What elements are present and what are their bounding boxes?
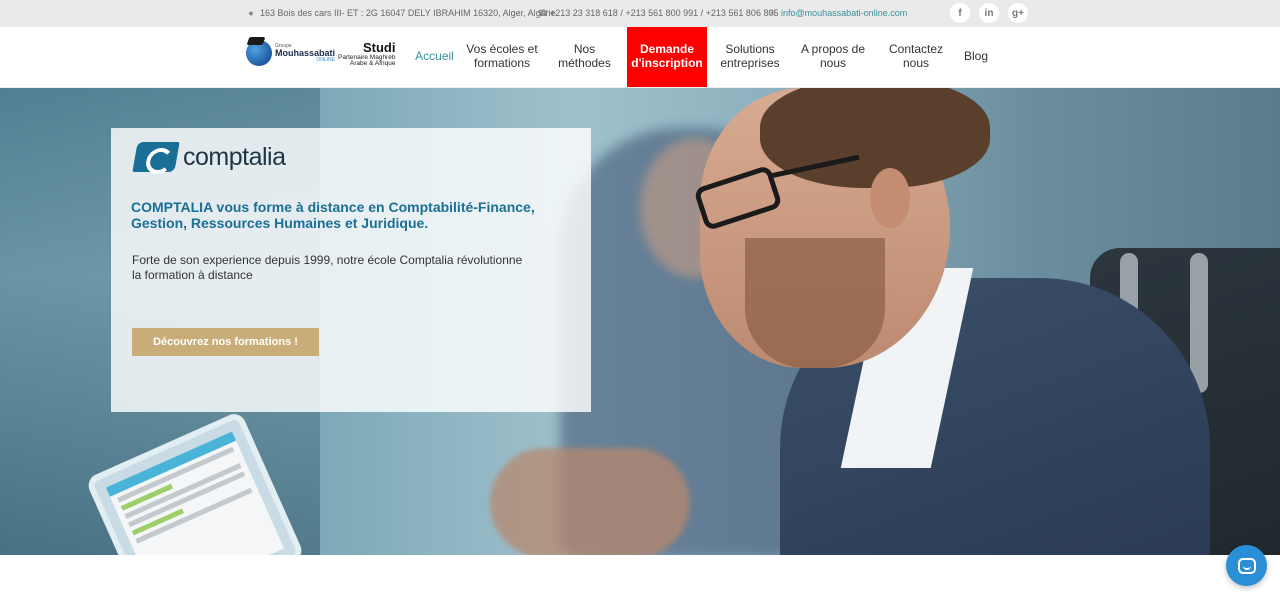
googleplus-icon[interactable]: g+ xyxy=(1008,3,1028,23)
hero-description: Forte de son experience depuis 1999, not… xyxy=(132,253,523,282)
top-info-bar: ● 163 Bois des cars III- ET : 2G 16047 D… xyxy=(0,0,1280,27)
hero-hand xyxy=(490,448,690,555)
nav-blog[interactable]: Blog xyxy=(960,27,992,87)
mouhassabati-logo[interactable]: Groupe Mouhassabati ONLINE xyxy=(246,40,335,66)
studi-name: Studi xyxy=(362,40,396,55)
studi-partner-logo[interactable]: Studi Partenaire Maghreb Arabe & Afrique xyxy=(338,41,395,68)
facebook-icon[interactable]: f xyxy=(950,3,970,23)
logo-online: ONLINE xyxy=(316,56,336,63)
nav-methodes[interactable]: Nos méthodes xyxy=(553,27,616,87)
phone-info: ☎ +213 23 318 618 / +213 561 800 991 / +… xyxy=(537,8,778,18)
chat-bubble-icon xyxy=(1237,557,1256,574)
nav-ecoles-formations[interactable]: Vos écoles et formations xyxy=(463,27,541,87)
linkedin-icon[interactable]: in xyxy=(979,3,999,23)
phone-text: +213 23 318 618 / +213 561 800 991 / +21… xyxy=(550,8,779,18)
nav-accueil[interactable]: Accueil xyxy=(412,27,457,87)
address-text: 163 Bois des cars III- ET : 2G 16047 DEL… xyxy=(260,8,559,18)
site-header: Groupe Mouhassabati ONLINE Studi Partena… xyxy=(0,27,1280,88)
hero-beard xyxy=(745,238,885,368)
nav-solutions-entreprises[interactable]: Solutions entreprises xyxy=(716,27,784,87)
page-below-hero xyxy=(0,555,1280,598)
nav-contactez-nous[interactable]: Contactez nous xyxy=(882,27,950,87)
email-link[interactable]: info@mouhassabati-online.com xyxy=(781,8,907,18)
email-info[interactable]: ✉ info@mouhassabati-online.com xyxy=(768,8,907,18)
envelope-icon: ✉ xyxy=(768,7,776,18)
hero-chair-rib xyxy=(1190,253,1208,393)
logo-wordmark: Groupe Mouhassabati ONLINE xyxy=(275,43,336,63)
chat-button[interactable] xyxy=(1226,545,1267,586)
hero-headline: COMPTALIA vous forme à distance en Compt… xyxy=(131,199,535,232)
phone-icon: ☎ xyxy=(537,7,549,18)
map-pin-icon: ● xyxy=(248,7,254,18)
hero-info-card: comptalia COMPTALIA vous forme à distanc… xyxy=(111,128,591,412)
nav-demande-inscription[interactable]: Demande d'inscription xyxy=(627,27,707,87)
nav-a-propos[interactable]: A propos de nous xyxy=(797,27,869,87)
comptalia-brand: comptalia xyxy=(183,142,286,171)
hero-ear xyxy=(870,168,910,228)
comptalia-logo-icon xyxy=(132,142,180,172)
comptalia-logo[interactable]: comptalia xyxy=(132,142,286,172)
address-info: ● 163 Bois des cars III- ET : 2G 16047 D… xyxy=(247,8,558,18)
studi-line2: Arabe & Afrique xyxy=(349,60,396,68)
globe-logo-icon xyxy=(246,40,272,66)
discover-formations-button[interactable]: Découvrez nos formations ! xyxy=(132,328,319,356)
